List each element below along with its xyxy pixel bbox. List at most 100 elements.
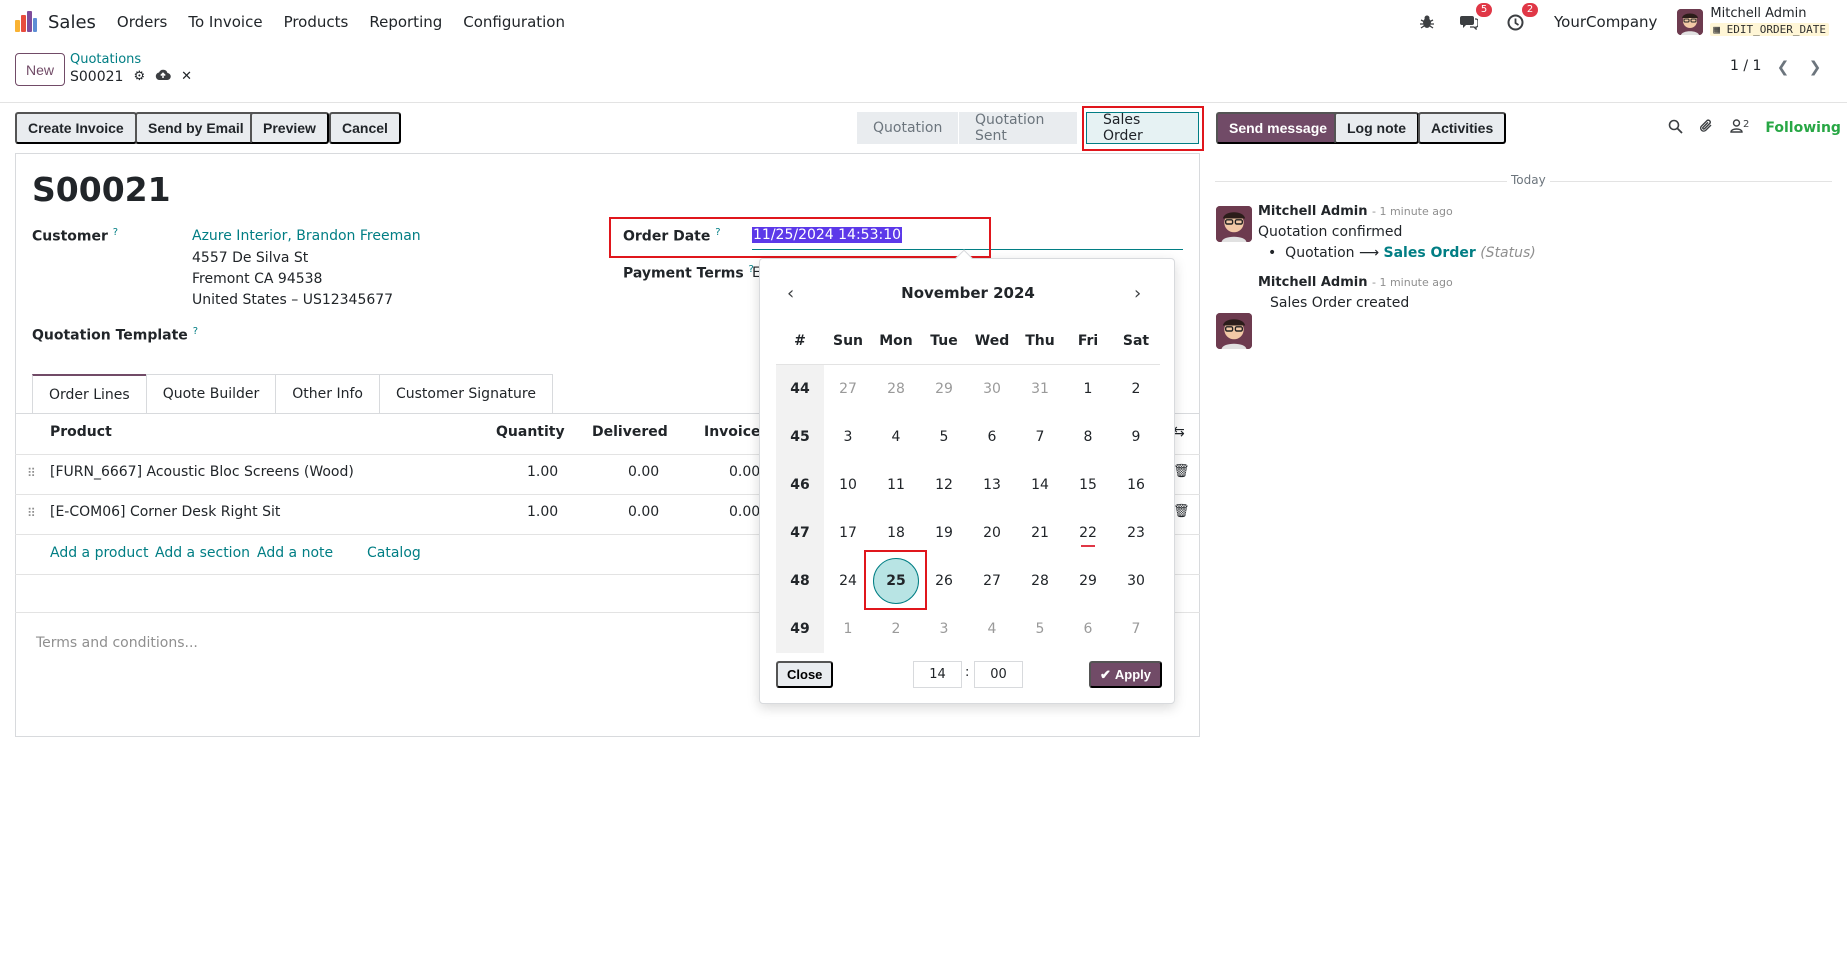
send-message-button[interactable]: Send message	[1216, 112, 1341, 144]
calendar-day[interactable]: 26	[920, 573, 968, 589]
calendar-day[interactable]: 9	[1112, 429, 1160, 445]
drag-handle-icon[interactable]: ⠿	[27, 506, 36, 520]
calendar-day[interactable]: 5	[920, 429, 968, 445]
menu-products[interactable]: Products	[284, 13, 349, 31]
company-switcher[interactable]: YourCompany	[1554, 13, 1657, 31]
calendar-day[interactable]: 28	[872, 381, 920, 397]
date-picker-month-title[interactable]: November 2024	[760, 284, 1176, 302]
column-header-delivered[interactable]: Delivered	[592, 424, 668, 440]
table-row-quantity[interactable]: 1.00	[527, 464, 558, 480]
pager-previous-button[interactable]: ❮	[1770, 54, 1796, 80]
user-menu[interactable]: Mitchell Admin ▦ EDIT_ORDER_DATE	[1710, 7, 1829, 37]
preview-button[interactable]: Preview	[250, 112, 329, 144]
activities-button[interactable]: Activities	[1418, 112, 1507, 144]
calendar-day[interactable]: 18	[872, 525, 920, 541]
messages-chat-icon[interactable]: 5	[1458, 3, 1493, 33]
calendar-day[interactable]: 29	[920, 381, 968, 397]
calendar-day[interactable]: 21	[1016, 525, 1064, 541]
calendar-day[interactable]: 7	[1016, 429, 1064, 445]
tab-other-info[interactable]: Other Info	[275, 374, 380, 413]
calendar-day[interactable]: 2	[1112, 381, 1160, 397]
tab-quote-builder[interactable]: Quote Builder	[145, 374, 277, 413]
calendar-day[interactable]: 27	[968, 573, 1016, 589]
calendar-day[interactable]: 7	[1112, 621, 1160, 637]
terms-conditions-field[interactable]: Terms and conditions...	[36, 635, 198, 651]
calendar-day[interactable]: 17	[824, 525, 872, 541]
create-invoice-button[interactable]: Create Invoice	[15, 112, 137, 144]
add-section-link[interactable]: Add a section	[155, 545, 250, 561]
apply-button[interactable]: ✔ Apply	[1089, 661, 1163, 688]
tab-customer-signature[interactable]: Customer Signature	[378, 374, 553, 413]
calendar-day[interactable]: 4	[872, 429, 920, 445]
table-row-delivered[interactable]: 0.00	[628, 464, 659, 480]
status-quotation-sent[interactable]: Quotation Sent	[959, 112, 1077, 144]
minute-select[interactable]: 00	[974, 661, 1023, 688]
message-author-name[interactable]: Mitchell Admin	[1258, 275, 1367, 290]
menu-to-invoice[interactable]: To Invoice	[188, 13, 262, 31]
message-author-name[interactable]: Mitchell Admin	[1258, 204, 1367, 219]
calendar-day[interactable]: 8	[1064, 429, 1112, 445]
calendar-day[interactable]: 1	[1064, 381, 1112, 397]
new-button[interactable]: New	[15, 53, 66, 86]
calendar-day[interactable]: 2	[872, 621, 920, 637]
search-icon[interactable]	[1668, 119, 1683, 138]
followers-button[interactable]: 2	[1730, 119, 1749, 137]
menu-reporting[interactable]: Reporting	[369, 13, 442, 31]
calendar-day[interactable]: 6	[1064, 621, 1112, 637]
calendar-day[interactable]: 11	[872, 477, 920, 493]
add-product-link[interactable]: Add a product	[50, 545, 148, 561]
table-row-product[interactable]: [FURN_6667] Acoustic Bloc Screens (Wood)	[50, 464, 354, 480]
calendar-day[interactable]: 28	[1016, 573, 1064, 589]
calendar-day[interactable]: 20	[968, 525, 1016, 541]
trash-icon[interactable]: 🗑	[1173, 504, 1190, 519]
calendar-day[interactable]: 14	[1016, 477, 1064, 493]
sales-app-icon[interactable]	[14, 10, 37, 34]
calendar-day[interactable]: 5	[1016, 621, 1064, 637]
help-tooltip-icon[interactable]: ?	[113, 227, 118, 238]
calendar-day[interactable]: 12	[920, 477, 968, 493]
debug-bug-icon[interactable]	[1416, 11, 1438, 33]
calendar-day[interactable]: 1	[824, 621, 872, 637]
calendar-day[interactable]: 16	[1112, 477, 1160, 493]
following-button[interactable]: Following	[1765, 120, 1841, 136]
catalog-link[interactable]: Catalog	[367, 545, 421, 561]
user-avatar[interactable]	[1677, 9, 1704, 35]
help-tooltip-icon[interactable]: ?	[193, 326, 198, 337]
breadcrumb-quotations-link[interactable]: Quotations	[70, 52, 141, 67]
column-header-quantity[interactable]: Quantity	[496, 424, 565, 440]
paperclip-icon[interactable]	[1699, 118, 1714, 138]
calendar-day[interactable]: 13	[968, 477, 1016, 493]
calendar-day[interactable]: 23	[1112, 525, 1160, 541]
tab-order-lines[interactable]: Order Lines	[32, 374, 147, 413]
calendar-day[interactable]: 29	[1064, 573, 1112, 589]
calendar-day[interactable]: 3	[920, 621, 968, 637]
message-author-avatar[interactable]	[1216, 206, 1252, 242]
calendar-day[interactable]: 15	[1064, 477, 1112, 493]
menu-configuration[interactable]: Configuration	[463, 13, 565, 31]
status-quotation[interactable]: Quotation	[857, 112, 959, 144]
table-row-delivered[interactable]: 0.00	[628, 504, 659, 520]
calendar-day[interactable]: 3	[824, 429, 872, 445]
hour-select[interactable]: 14	[913, 661, 962, 688]
trash-icon[interactable]: 🗑	[1173, 464, 1190, 479]
message-author-avatar[interactable]	[1216, 313, 1252, 349]
calendar-day[interactable]: 27	[824, 381, 872, 397]
table-row-quantity[interactable]: 1.00	[527, 504, 558, 520]
calendar-day[interactable]: 30	[1112, 573, 1160, 589]
calendar-day[interactable]: 4	[968, 621, 1016, 637]
discard-close-icon[interactable]: ✕	[181, 69, 192, 84]
customer-link[interactable]: Azure Interior, Brandon Freeman	[192, 228, 421, 244]
send-by-email-button[interactable]: Send by Email	[135, 112, 257, 144]
next-month-button[interactable]: ›	[1134, 283, 1141, 304]
cloud-save-icon[interactable]	[155, 68, 171, 85]
calendar-day-today[interactable]: 22	[1064, 525, 1112, 547]
app-brand[interactable]: Sales	[48, 12, 96, 33]
calendar-day[interactable]: 6	[968, 429, 1016, 445]
gear-icon[interactable]: ⚙	[133, 69, 145, 84]
calendar-day[interactable]: 31	[1016, 381, 1064, 397]
menu-orders[interactable]: Orders	[117, 13, 167, 31]
log-note-button[interactable]: Log note	[1334, 112, 1420, 144]
calendar-day[interactable]: 10	[824, 477, 872, 493]
column-header-product[interactable]: Product	[50, 424, 112, 440]
cancel-button[interactable]: Cancel	[329, 112, 401, 144]
